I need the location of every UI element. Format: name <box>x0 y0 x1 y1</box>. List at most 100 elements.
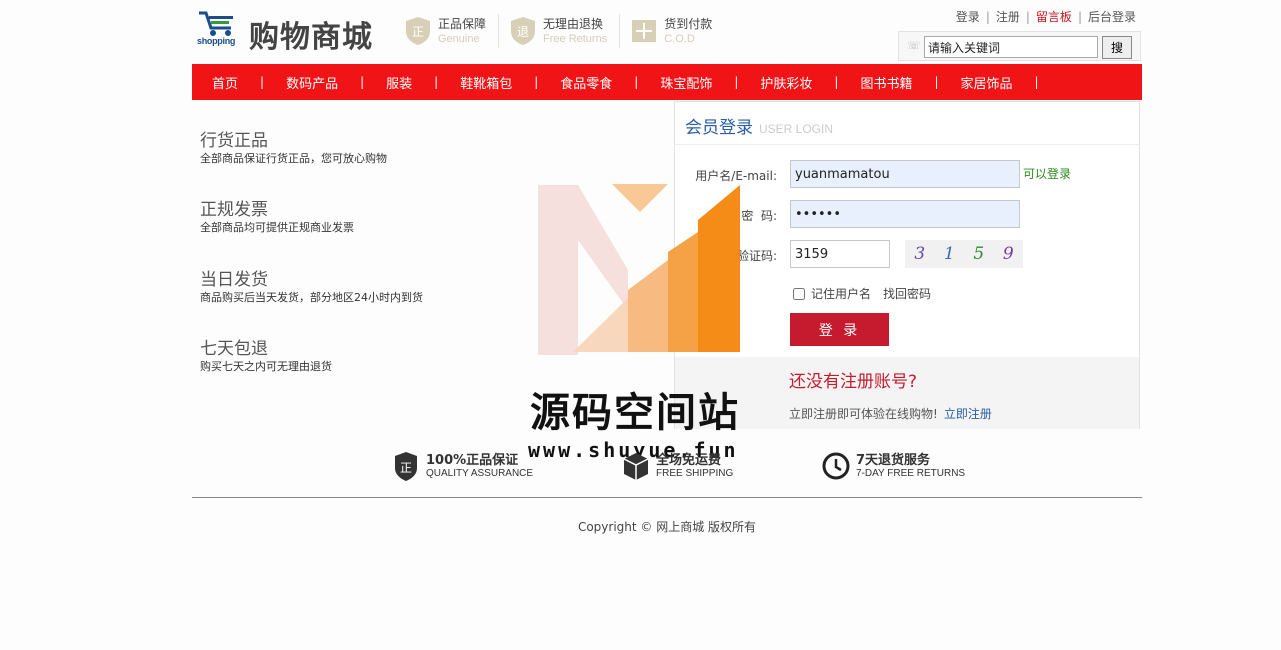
footer-divider <box>192 497 1142 498</box>
feature-desc: 全部商品保证行货正品，您可放心购物 <box>200 152 387 165</box>
shopping-cart-icon: shopping <box>197 10 243 50</box>
cod-icon <box>632 20 657 42</box>
search-bar: ☏ 搜 <box>898 31 1141 61</box>
nav-item-food[interactable]: 食品零食 <box>560 73 612 92</box>
nav-item-home-decor[interactable]: 家居饰品 <box>961 73 1013 92</box>
badge-title: 正品保障 <box>438 16 487 31</box>
captcha-label: 验证码: <box>736 249 777 263</box>
username-status: 可以登录 <box>1023 167 1072 181</box>
captcha-char: 5 <box>973 244 985 264</box>
username-row: 用户名/E-mail: 可以登录 <box>675 160 1139 188</box>
feature-desc: 购买七天之内可无理由退货 <box>200 360 332 373</box>
service-subtitle: 7-DAY FREE RETURNS <box>856 467 966 479</box>
nav-separator: | <box>834 75 839 89</box>
feature-title: 行货正品 <box>200 131 268 151</box>
username-label: 用户名/E-mail: <box>695 169 777 183</box>
feature-seven-day: 七天包退 购买七天之内可无理由退货 <box>200 338 332 374</box>
nav-item-books[interactable]: 图书书籍 <box>860 73 912 92</box>
badge-title: 无理由退换 <box>543 16 604 31</box>
service-shipping: 全场免运费 FREE SHIPPING <box>622 450 733 482</box>
service-badges: 正 正品保障 Genuine 退 无理由退换 Free Returns 货到付款 C.… <box>404 14 734 48</box>
separator: | <box>1077 10 1082 24</box>
captcha-char: 1 <box>943 244 955 264</box>
login-title-en: USER LOGIN <box>759 122 834 136</box>
captcha-char: 3 <box>914 244 926 264</box>
service-subtitle: FREE SHIPPING <box>656 467 734 479</box>
nav-separator: | <box>260 75 265 89</box>
separator: | <box>985 10 990 24</box>
nav-separator: | <box>1034 75 1039 89</box>
nav-item-cosmetics[interactable]: 护肤彩妆 <box>760 73 812 92</box>
remember-label: 记住用户名 <box>811 287 872 301</box>
search-input[interactable] <box>924 36 1098 58</box>
badge-title: 货到付款 <box>664 16 713 31</box>
service-title: 100%正品保证 <box>426 452 519 468</box>
username-field[interactable] <box>790 160 1020 188</box>
clock-icon <box>822 452 850 480</box>
separator: | <box>1025 10 1030 24</box>
feature-invoice: 正规发票 全部商品均可提供正规商业发票 <box>200 199 354 235</box>
password-label: 密 码: <box>741 209 777 223</box>
nav-separator: | <box>534 75 539 89</box>
captcha-image[interactable]: 3 1 5 9 <box>905 240 1023 268</box>
site-logo[interactable]: shopping 购物商城 <box>197 10 373 56</box>
nav-separator: | <box>360 75 365 89</box>
login-panel: 会员登录 USER LOGIN 用户名/E-mail: 可以登录 密 码: 验证码… <box>674 101 1140 429</box>
site-title: 购物商城 <box>249 20 373 55</box>
nav-separator: | <box>734 75 739 89</box>
service-subtitle: QUALITY ASSURANCE <box>426 467 534 479</box>
no-account-section: 还没有注册账号? 立即注册即可体验在线购物! 立即注册 <box>675 357 1139 429</box>
badge-subtitle: C.O.D <box>664 32 695 45</box>
captcha-field[interactable] <box>790 240 890 268</box>
password-row: 密 码: <box>675 200 1139 228</box>
admin-login-link[interactable]: 后台登录 <box>1088 10 1136 24</box>
phone-icon: ☏ <box>907 39 921 52</box>
shield-return-icon: 退 <box>511 17 536 45</box>
forgot-password-link[interactable]: 找回密码 <box>883 285 931 302</box>
badge-returns: 退 无理由退换 Free Returns <box>509 14 621 48</box>
nav-item-digital[interactable]: 数码产品 <box>286 73 338 92</box>
password-field[interactable] <box>790 200 1020 228</box>
search-button[interactable]: 搜 <box>1102 36 1132 59</box>
register-now-link[interactable]: 立即注册 <box>944 407 992 421</box>
register-link[interactable]: 注册 <box>996 10 1020 24</box>
shield-quality-icon: 正 <box>395 452 417 481</box>
nav-separator: | <box>634 75 639 89</box>
badge-subtitle: Free Returns <box>543 32 608 45</box>
remember-checkbox[interactable] <box>793 287 805 300</box>
captcha-char: 9 <box>1002 244 1014 264</box>
nav-item-shoes-bags[interactable]: 鞋靴箱包 <box>460 73 512 92</box>
svg-text:正: 正 <box>400 461 412 475</box>
feature-desc: 商品购买后当天发货，部分地区24小时内到货 <box>200 291 423 304</box>
captcha-row: 验证码: 3 1 5 9 <box>675 240 1139 268</box>
shield-genuine-icon: 正 <box>406 17 430 45</box>
nav-item-home[interactable]: 首页 <box>212 73 238 92</box>
nav-item-jewelry[interactable]: 珠宝配饰 <box>660 73 712 92</box>
box-icon <box>623 453 649 480</box>
main-nav: 首页 | 数码产品 | 服装 | 鞋靴箱包 | 食品零食 | 珠宝配饰 | 护肤彩妆 | 图书… <box>192 64 1142 100</box>
feature-same-day: 当日发货 商品购买后当天发货，部分地区24小时内到货 <box>200 269 423 305</box>
remember-row: 记住用户名 找回密码 <box>793 285 931 302</box>
feature-title: 正规发票 <box>200 200 268 220</box>
service-title: 全场免运费 <box>656 452 722 468</box>
service-title: 7天退货服务 <box>856 452 931 468</box>
copyright: Copyright © 网上商城 版权所有 <box>577 520 757 534</box>
login-link[interactable]: 登录 <box>956 10 980 24</box>
login-button[interactable]: 登 录 <box>790 313 889 346</box>
watermark-text: 源码空间站 <box>530 390 740 436</box>
guestbook-link[interactable]: 留言板 <box>1036 10 1072 24</box>
feature-genuine: 行货正品 全部商品保证行货正品，您可放心购物 <box>200 130 387 166</box>
feature-desc: 全部商品均可提供正规商业发票 <box>200 221 354 234</box>
logo-subtitle: shopping <box>197 36 236 46</box>
svg-text:退: 退 <box>517 25 529 39</box>
badge-genuine: 正 正品保障 Genuine <box>404 14 500 48</box>
nav-separator: | <box>434 75 439 89</box>
badge-cod: 货到付款 C.O.D <box>630 14 724 48</box>
nav-item-clothing[interactable]: 服装 <box>386 73 412 92</box>
service-quality: 正 100%正品保证 QUALITY ASSURANCE <box>392 450 533 482</box>
login-header: 会员登录 USER LOGIN <box>675 102 1139 145</box>
login-title: 会员登录 <box>685 118 753 138</box>
no-account-title: 还没有注册账号? <box>789 372 918 392</box>
top-links: 登录 | 注册 | 留言板 | 后台登录 <box>956 8 1136 25</box>
svg-text:正: 正 <box>412 25 424 39</box>
